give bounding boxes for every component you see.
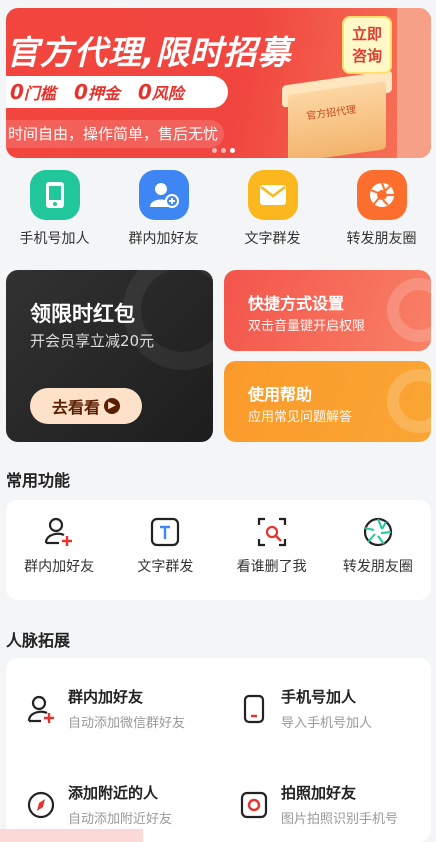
shortcut-settings-card[interactable]: 快捷方式设置 双击音量键开启权限 [224, 270, 431, 351]
common-section-title: 常用功能 [6, 471, 71, 490]
common-item-text[interactable]: 文字群发 [112, 500, 218, 600]
shortcut-subtitle: 双击音量键开启权限 [248, 319, 366, 334]
banner-badge: 0门槛 [10, 80, 56, 104]
arrow-right-icon: ▶ [104, 398, 120, 414]
common-functions-panel: 群内加好友 文字群发 看谁删了我 转发朋友圈 [6, 500, 431, 600]
gift-box-illustration [288, 81, 386, 158]
phone-icon [239, 694, 269, 724]
user-add-icon [43, 516, 75, 548]
text-icon [149, 516, 181, 548]
quick-item-group-add[interactable]: 群内加好友 [109, 170, 218, 256]
red-packet-card[interactable]: 领限时红包 开会员享立减20元 去看看 ▶ [6, 270, 213, 442]
banner-badge: 0押金 [73, 80, 120, 104]
quick-actions: 手机号加人 群内加好友 文字群发 转发朋友圈 [0, 170, 436, 256]
banner-subtitle: 时间自由，操作简单，售后无忧 [6, 120, 224, 148]
compass-icon [26, 790, 56, 820]
mail-icon [247, 170, 298, 220]
consult-button[interactable]: 立即 咨询 [342, 16, 392, 74]
help-subtitle: 应用常见问题解答 [248, 410, 353, 425]
common-item-group-add[interactable]: 群内加好友 [6, 500, 112, 600]
scan-search-icon [256, 516, 288, 548]
banner-badges: 0门槛 0押金 0风险 [6, 76, 228, 108]
next-slide-peek [397, 8, 431, 158]
network-panel: 群内加好友 自动添加微信群好友 手机号加人 导入手机号加人 添加附近的人 自动添… [6, 658, 431, 842]
red-packet-subtitle: 开会员享立减20元 [30, 332, 155, 350]
decorative-ring [123, 270, 213, 370]
banner-badge: 0风险 [137, 80, 184, 104]
network-section-title: 人脉拓展 [6, 631, 71, 650]
bottom-tab-bar-active[interactable] [0, 829, 143, 842]
view-button[interactable]: 去看看 ▶ [30, 388, 142, 424]
common-item-moments[interactable]: 转发朋友圈 [325, 500, 431, 600]
quick-item-moments[interactable]: 转发朋友圈 [327, 170, 436, 256]
common-item-who-deleted[interactable]: 看谁删了我 [219, 500, 325, 600]
user-add-icon [26, 694, 56, 724]
quick-item-text-broadcast[interactable]: 文字群发 [218, 170, 327, 256]
network-item-photo[interactable]: 拍照加好友 图片拍照识别手机号 [219, 782, 419, 842]
carousel-dots [212, 148, 235, 153]
quick-item-phone[interactable]: 手机号加人 [0, 170, 109, 256]
help-title: 使用帮助 [248, 385, 313, 404]
shortcut-title: 快捷方式设置 [248, 294, 345, 313]
decorative-ring [387, 369, 431, 433]
help-card[interactable]: 使用帮助 应用常见问题解答 [224, 361, 431, 442]
aperture-icon [362, 516, 394, 548]
promo-banner[interactable]: 官方代理,限时招募 0门槛 0押金 0风险 时间自由，操作简单，售后无忧 官方招… [6, 8, 431, 158]
network-item-phone[interactable]: 手机号加人 导入手机号加人 [219, 686, 419, 746]
aperture-icon [356, 170, 407, 220]
red-packet-title: 领限时红包 [30, 302, 135, 326]
decorative-ring [387, 278, 431, 342]
camera-icon [239, 790, 269, 820]
phone-icon [29, 170, 80, 220]
banner-title: 官方代理,限时招募 [6, 33, 292, 72]
user-add-icon [138, 170, 189, 220]
network-item-group-add[interactable]: 群内加好友 自动添加微信群好友 [6, 686, 206, 746]
